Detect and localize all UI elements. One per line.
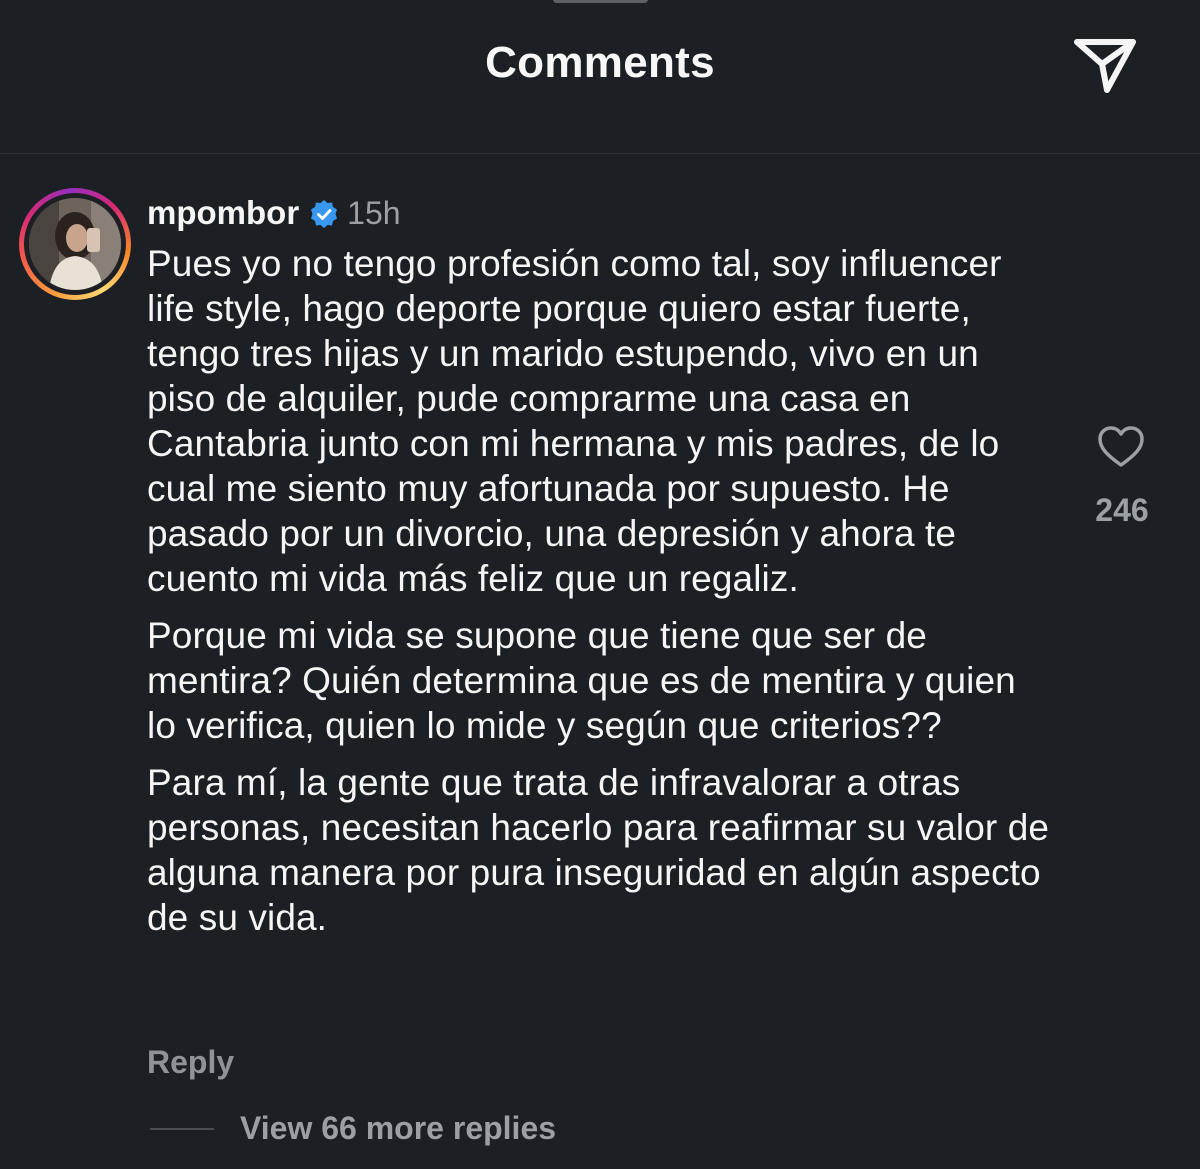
heart-outline-icon <box>1098 426 1144 467</box>
view-replies-label: View 66 more replies <box>240 1110 557 1146</box>
comment-paragraph: Porque mi vida se supone que tiene que s… <box>147 615 1016 746</box>
reply-button[interactable]: Reply <box>147 1044 234 1081</box>
comment-timestamp: 15h <box>347 194 401 231</box>
share-button[interactable] <box>1072 34 1138 96</box>
avatar-photo-image <box>29 198 121 290</box>
comment-paragraph: Pues yo no tengo profesión como tal, soy… <box>147 243 1002 599</box>
avatar <box>29 198 121 290</box>
page-title: Comments <box>485 38 715 87</box>
username[interactable]: mpombor <box>147 194 299 232</box>
paper-plane-icon <box>1074 39 1136 93</box>
avatar-story-ring[interactable] <box>19 188 131 300</box>
comment-paragraph: Para mí, la gente que trata de infravalo… <box>147 762 1050 938</box>
comments-sheet: Comments mpombor 15h Pues yo no tengo pr… <box>0 0 1200 1169</box>
like-button[interactable] <box>1097 425 1145 469</box>
verified-badge-icon <box>309 199 339 229</box>
comment-meta: mpombor 15h <box>147 191 401 235</box>
comments-header: Comments <box>0 0 1200 154</box>
comment-text: Pues yo no tengo profesión como tal, soy… <box>147 241 1052 952</box>
avatar-ring-gap <box>24 193 126 295</box>
like-count: 246 <box>1095 492 1149 528</box>
view-replies-button[interactable]: View 66 more replies <box>150 1110 556 1147</box>
replies-divider-line <box>150 1127 214 1130</box>
